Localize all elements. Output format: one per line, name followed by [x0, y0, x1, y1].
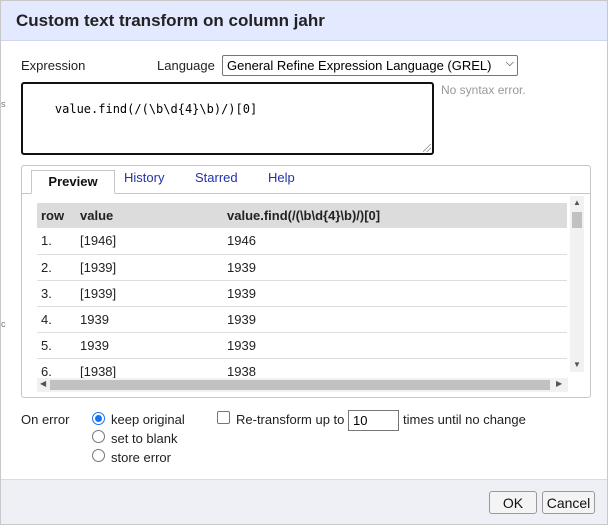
scroll-right-icon[interactable]: ▶ [556, 379, 562, 388]
radio-store-error-label[interactable]: store error [111, 450, 171, 465]
dialog-footer: OK Cancel [1, 479, 607, 524]
scroll-up-icon[interactable]: ▲ [573, 198, 581, 207]
edge-fragment: s [1, 99, 6, 109]
cell-result: 1939 [223, 306, 567, 333]
chevron-down-icon: ⌵ [505, 57, 514, 69]
column-header-expression: value.find(/(\b\d{4}\b)/)[0] [227, 208, 381, 223]
table-row: 1. [1946] 1946 [37, 228, 567, 255]
table-header-row: row value value.find(/(\b\d{4}\b)/)[0] [37, 203, 567, 228]
table-row: 4. 1939 1939 [37, 306, 567, 333]
cell-value: [1939] [76, 280, 223, 307]
retransform-count-input[interactable]: 10 [348, 410, 399, 431]
transform-dialog: Custom text transform on column jahr s c… [0, 0, 608, 525]
radio-keep-original[interactable] [92, 412, 105, 425]
expression-label: Expression [21, 58, 86, 73]
column-header-row: row [41, 208, 65, 223]
row-index: 3. [37, 280, 76, 307]
radio-set-to-blank-label[interactable]: set to blank [111, 431, 178, 446]
row-index: 6. [37, 358, 76, 380]
language-selected-value: General Refine Expression Language (GREL… [227, 58, 492, 73]
column-header-value: value [80, 208, 114, 223]
preview-table: row value value.find(/(\b\d{4}\b)/)[0] 1… [37, 203, 567, 380]
row-index: 5. [37, 332, 76, 359]
table-row: 3. [1939] 1939 [37, 280, 567, 307]
tab-help[interactable]: Help [266, 170, 297, 192]
cell-result: 1946 [223, 228, 567, 255]
cell-result: 1938 [223, 358, 567, 380]
vertical-scroll-thumb[interactable] [572, 212, 582, 228]
row-index: 2. [37, 254, 76, 281]
expression-textarea[interactable]: value.find(/(\b\d{4}\b)/)[0] [21, 82, 434, 155]
preview-tabs-panel: Preview History Starred Help row value v… [21, 165, 591, 398]
ok-button[interactable]: OK [489, 491, 537, 514]
cell-value: [1938] [76, 358, 223, 380]
cell-value: [1939] [76, 254, 223, 281]
tab-history[interactable]: History [122, 170, 166, 192]
expression-code: value.find(/(\b\d{4}\b)/)[0] [54, 102, 258, 116]
table-row: 2. [1939] 1939 [37, 254, 567, 281]
cell-result: 1939 [223, 254, 567, 281]
on-error-label: On error [21, 412, 70, 427]
row-index: 1. [37, 228, 76, 255]
radio-keep-original-label[interactable]: keep original [111, 412, 185, 427]
retransform-checkbox[interactable] [217, 411, 230, 424]
retransform-label: Re-transform up to [236, 412, 345, 427]
horizontal-scroll-thumb[interactable] [50, 380, 550, 390]
tab-starred[interactable]: Starred [193, 170, 240, 192]
retransform-suffix: times until no change [403, 412, 526, 427]
scroll-down-icon[interactable]: ▼ [573, 360, 581, 369]
horizontal-scrollbar[interactable]: ◀ ▶ [37, 378, 568, 392]
radio-store-error[interactable] [92, 449, 105, 462]
scroll-left-icon[interactable]: ◀ [40, 379, 46, 388]
resize-handle-icon[interactable] [423, 144, 431, 152]
edge-fragment: c [1, 319, 6, 329]
table-row: 5. 1939 1939 [37, 332, 567, 359]
row-index: 4. [37, 306, 76, 333]
dialog-title-bar[interactable]: Custom text transform on column jahr [1, 1, 607, 41]
language-label: Language [157, 58, 215, 73]
tab-preview[interactable]: Preview [31, 170, 115, 194]
syntax-status: No syntax error. [441, 83, 526, 97]
language-select[interactable]: General Refine Expression Language (GREL… [222, 55, 518, 76]
table-row: 6. [1938] 1938 [37, 358, 567, 380]
cell-value: 1939 [76, 306, 223, 333]
cancel-button[interactable]: Cancel [542, 491, 595, 514]
cell-value: [1946] [76, 228, 223, 255]
dialog-title: Custom text transform on column jahr [16, 11, 325, 30]
vertical-scrollbar[interactable]: ▲ ▼ [570, 196, 584, 372]
cell-value: 1939 [76, 332, 223, 359]
cell-result: 1939 [223, 332, 567, 359]
cell-result: 1939 [223, 280, 567, 307]
radio-set-to-blank[interactable] [92, 430, 105, 443]
